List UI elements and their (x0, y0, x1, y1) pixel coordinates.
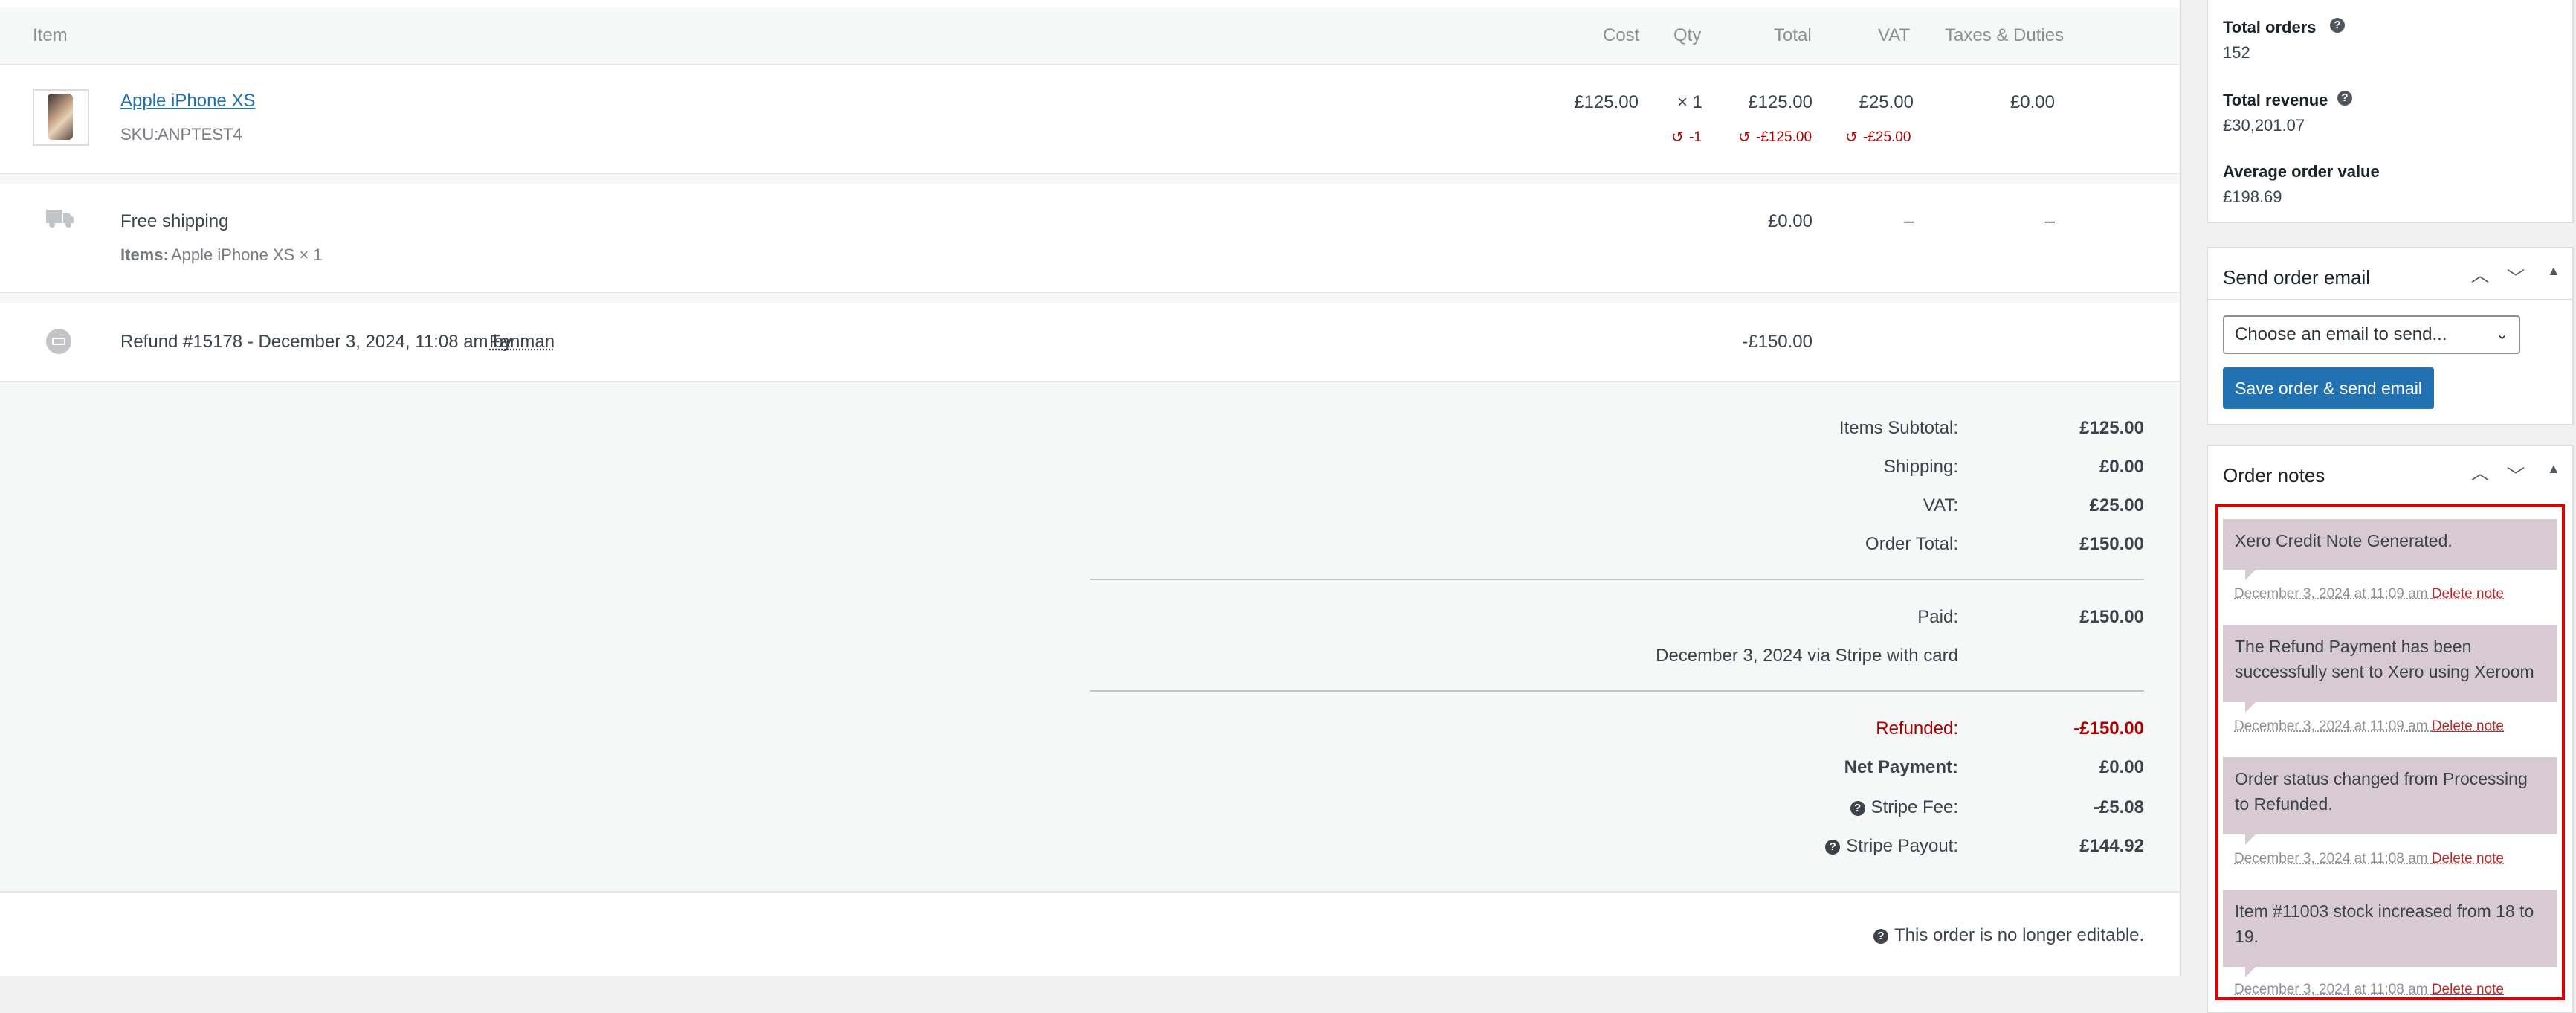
product-thumbnail[interactable] (33, 89, 89, 146)
item-total: £125.00 (1748, 92, 1812, 112)
refund-undo-icon: ↺ (1671, 129, 1684, 146)
shipping-taxes: – (2044, 211, 2055, 231)
shipping-items-value: Apple iPhone XS × 1 (171, 245, 323, 264)
refund-row: Refund #15178 - December 3, 2024, 11:08 … (0, 303, 2180, 381)
help-icon[interactable]: ? (2330, 18, 2345, 33)
stripe-payout-value: £144.92 (2079, 836, 2144, 856)
shipping-total-label: Shipping: (1883, 457, 1958, 477)
header-total: Total (1774, 25, 1812, 45)
header-vat: VAT (1878, 25, 1911, 45)
item-vat: £25.00 (1859, 92, 1914, 112)
save-send-email-button[interactable]: Save order & send email (2223, 367, 2434, 409)
totals-divider (1090, 690, 2144, 692)
shipping-items-label: Items: (120, 245, 169, 264)
move-up-icon[interactable]: ︿ (2471, 458, 2489, 484)
order-items-panel: Item Cost Qty Total VAT Taxes & Duties A… (0, 0, 2181, 976)
order-notes-title: Order notes (2223, 464, 2325, 486)
order-total-label: Order Total: (1865, 534, 1958, 554)
shipping-name: Free shipping (120, 211, 229, 231)
header-item: Item (33, 25, 68, 45)
refund-vat: -£25.00 (1863, 129, 1911, 145)
net-payment-label: Net Payment: (1844, 757, 1958, 777)
paid-value: £150.00 (2079, 607, 2144, 627)
totals-divider (1090, 579, 2144, 580)
paid-label: Paid: (1917, 607, 1958, 627)
order-total-value: £150.00 (2079, 534, 2144, 554)
refund-undo-icon: ↺ (1738, 129, 1751, 146)
chevron-down-icon: ⌄ (2496, 327, 2508, 343)
move-down-icon[interactable]: ﹀ (2507, 461, 2525, 487)
stripe-payout-label: Stripe Payout: (1846, 836, 1958, 856)
truck-icon (46, 210, 74, 228)
aov-label: Average order value (2223, 162, 2380, 181)
order-totals: Items Subtotal: £125.00 Shipping: £0.00 … (0, 381, 2180, 893)
sku-value: ANPTEST4 (158, 125, 242, 144)
total-revenue-label: Total revenue (2223, 91, 2328, 109)
help-icon[interactable]: ? (1873, 928, 1888, 944)
product-link[interactable]: Apple iPhone XS (120, 91, 255, 112)
vat-total-label: VAT: (1923, 495, 1958, 515)
header-taxes: Taxes & Duties (1945, 25, 2065, 45)
divider (2208, 299, 2572, 300)
shipping-vat: – (1903, 211, 1914, 231)
refund-user[interactable]: Fanman (489, 332, 555, 353)
items-subtotal-value: £125.00 (2079, 418, 2144, 438)
customer-history-box: Total orders ? 152 Total revenue ? £30,2… (2207, 0, 2574, 223)
aov-value: £198.69 (2223, 187, 2282, 206)
refunded-label: Refunded: (1876, 718, 1958, 739)
paid-note: December 3, 2024 via Stripe with card (1656, 646, 1958, 666)
not-editable-notice: ? This order is no longer editable. (1873, 925, 2144, 946)
highlight-frame (2215, 504, 2565, 1000)
refund-amount: -£150.00 (1742, 332, 1812, 352)
refund-undo-icon: ↺ (1845, 129, 1858, 146)
item-cost: £125.00 (1574, 92, 1639, 112)
stripe-fee-value: -£5.08 (2093, 797, 2144, 817)
toggle-panel-icon[interactable]: ▲ (2547, 263, 2560, 279)
stripe-fee-label: Stripe Fee: (1870, 797, 1958, 817)
total-revenue-value: £30,201.07 (2223, 116, 2305, 135)
items-table-header: Item Cost Qty Total VAT Taxes & Duties (0, 7, 2180, 65)
toggle-panel-icon[interactable]: ▲ (2547, 461, 2560, 477)
refunded-value: -£150.00 (2073, 718, 2144, 739)
refund-icon (46, 329, 71, 354)
header-qty: Qty (1673, 25, 1702, 45)
send-email-title: Send order email (2223, 266, 2370, 289)
shipping-total-value: £0.00 (2099, 457, 2144, 477)
total-orders-value: 152 (2223, 43, 2250, 62)
send-order-email-box: Send order email ︿ ﹀ ▲ Choose an email t… (2207, 247, 2574, 425)
item-taxes: £0.00 (2010, 92, 2055, 112)
vat-total-value: £25.00 (2089, 495, 2144, 515)
move-down-icon[interactable]: ﹀ (2507, 263, 2525, 289)
refund-total: -£125.00 (1756, 129, 1812, 145)
item-qty: × 1 (1676, 92, 1702, 112)
stripe-payout-row: ? Stripe Payout: (1561, 836, 1958, 857)
move-up-icon[interactable]: ︿ (2471, 260, 2489, 286)
help-icon[interactable]: ? (2337, 91, 2352, 106)
header-cost: Cost (1603, 25, 1640, 45)
shipping-total: £0.00 (1767, 211, 1812, 231)
sku-label: SKU: (120, 125, 159, 144)
help-icon[interactable]: ? (1825, 839, 1841, 855)
shipping-row: Free shipping Items: Apple iPhone XS × 1… (0, 184, 2180, 292)
refund-text: Refund #15178 - December 3, 2024, 11:08 … (120, 332, 512, 352)
email-select[interactable]: Choose an email to send... ⌄ (2223, 315, 2520, 354)
help-icon[interactable]: ? (1850, 800, 1865, 816)
stripe-fee-row: ? Stripe Fee: (1561, 797, 1958, 818)
total-orders-label: Total orders (2223, 18, 2317, 36)
net-payment-value: £0.00 (2099, 757, 2144, 777)
items-subtotal-label: Items Subtotal: (1839, 418, 1958, 438)
refund-qty: -1 (1689, 129, 1702, 145)
items-footer: ? This order is no longer editable. (0, 891, 2180, 976)
line-item-row: Apple iPhone XS SKU: ANPTEST4 £125.00 × … (0, 65, 2180, 173)
